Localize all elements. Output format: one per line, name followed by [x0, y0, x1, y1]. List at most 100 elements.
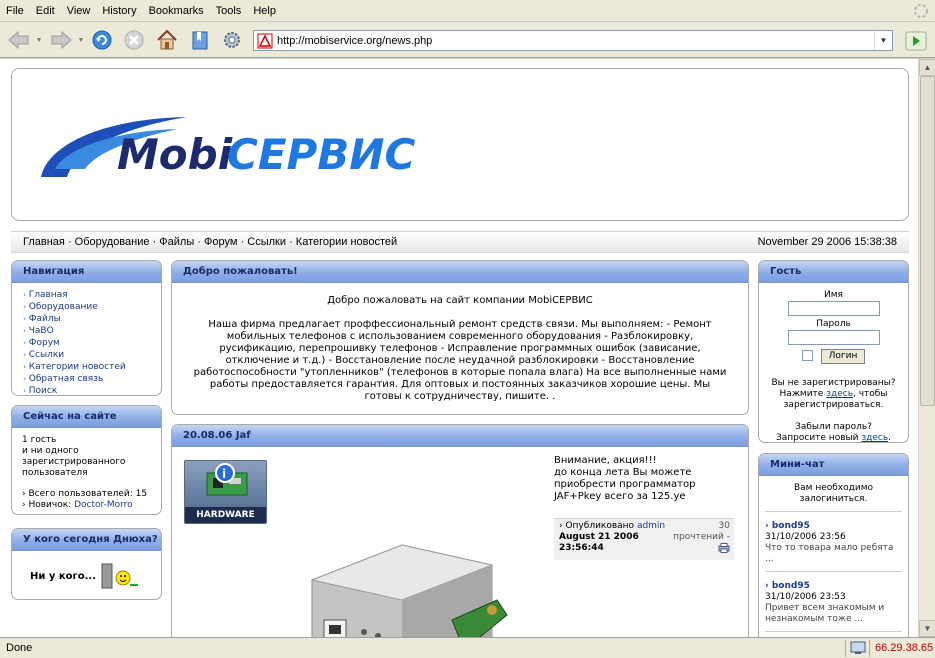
chat-time: 31/10/2006 23:56 — [765, 532, 846, 542]
reads-counter: 30 прочтений - — [673, 521, 730, 557]
navigation-list: Главная Оборудование Файлы ЧаВО Форум Сс… — [12, 283, 161, 395]
welcome-content: Добро пожаловать на сайт компании MobiСЕ… — [172, 283, 748, 403]
chat-username: bond95 — [771, 521, 810, 531]
programmer-device-image — [310, 544, 508, 637]
logo-text-cyr: СЕРВИС — [227, 130, 415, 179]
scroll-thumb[interactable] — [920, 76, 935, 406]
username-input[interactable] — [787, 301, 880, 316]
print-icon[interactable] — [718, 543, 730, 553]
posted-by-author[interactable]: admin — [637, 521, 665, 531]
reset-prompt-post: . — [888, 433, 892, 443]
chat-message: › bond95 31/10/2006 23:53 Привет всем зн… — [765, 571, 902, 625]
menu-view[interactable]: View — [61, 5, 97, 17]
newest-member-link[interactable]: Doctor-Morro — [74, 500, 133, 510]
vertical-scrollbar[interactable]: ▲ ▼ — [918, 59, 935, 637]
topnav-equipment[interactable]: Оборудование — [75, 236, 150, 248]
nav-item-feedback[interactable]: Обратная связь — [23, 373, 161, 385]
menu-bookmarks[interactable]: Bookmarks — [143, 5, 210, 17]
scroll-up-button[interactable]: ▲ — [919, 59, 935, 76]
menu-history[interactable]: History — [96, 5, 142, 17]
online-line: и ни одного — [22, 446, 79, 456]
nav-item-news-categories[interactable]: Категории новостей — [23, 361, 161, 373]
topnav-separator: · — [240, 236, 245, 248]
mini-chat-content: Вам необходимо залогиниться. › bond95 31… — [759, 476, 908, 637]
remember-me-checkbox[interactable] — [802, 350, 813, 361]
forward-button[interactable] — [46, 27, 76, 53]
chevron-down-icon: ▼ — [77, 36, 85, 44]
back-arrow-icon — [8, 30, 29, 50]
online-guests: 1 гость — [22, 435, 57, 445]
hardware-category-icon[interactable]: i HARDWARE — [184, 460, 267, 524]
back-button[interactable] — [4, 27, 34, 53]
ip-address: 66.29.38.65 — [869, 639, 935, 657]
birthday-panel: У кого сегодня Днюха? Ни у кого... — [11, 528, 162, 600]
product-photo — [292, 520, 532, 637]
reads-label: прочтений - — [673, 532, 730, 542]
nav-item-faq[interactable]: ЧаВО — [23, 325, 161, 337]
chevron-up-icon: ▲ — [923, 63, 932, 72]
scroll-down-button[interactable]: ▼ — [919, 620, 935, 637]
home-button[interactable] — [154, 27, 180, 53]
chevron-down-icon: ▼ — [879, 36, 888, 45]
news-meta: › Опубликовано admin August 21 2006 23:5… — [554, 518, 734, 560]
navigation-panel-title: Навигация — [12, 261, 161, 283]
mobiservice-logo[interactable]: Mobi СЕРВИС — [37, 107, 457, 187]
stop-button[interactable] — [121, 27, 147, 53]
newest-member: › Новичок: Doctor-Morro — [22, 500, 133, 510]
reset-prompt-pre: Запросите новый — [775, 433, 862, 443]
chat-user[interactable]: › bond95 — [765, 521, 902, 532]
guest-login-panel: Гость Имя Пароль Логин Вы не зарегистрир… — [758, 260, 909, 443]
url-input[interactable] — [277, 34, 867, 47]
birthday-text: Ни у кого... — [30, 570, 97, 582]
settings-button[interactable] — [219, 27, 245, 53]
menu-edit[interactable]: Edit — [30, 5, 61, 17]
topnav-links[interactable]: Ссылки — [247, 236, 286, 248]
online-info: 1 гость и ни одного зарегистрированного … — [12, 428, 161, 511]
topnav-separator: · — [152, 236, 157, 248]
password-input[interactable] — [787, 330, 880, 345]
url-dropdown-button[interactable]: ▼ — [874, 31, 892, 50]
nav-item-search[interactable]: Поиск — [23, 385, 161, 395]
nav-item-links[interactable]: Ссылки — [23, 349, 161, 361]
navigation-toolbar: ▼ ▼ ▼ — [0, 22, 935, 58]
news-line: Внимание, акция!!! — [554, 455, 657, 466]
reload-button[interactable] — [89, 27, 115, 53]
menu-file[interactable]: File — [0, 5, 30, 17]
topnav-news-categories[interactable]: Категории новостей — [296, 236, 397, 248]
menu-tools[interactable]: Tools — [210, 5, 248, 17]
site-datetime: November 29 2006 15:38:38 — [757, 236, 897, 248]
chat-username: bond95 — [771, 581, 810, 591]
news-item-title[interactable]: 20.08.06 Jaf — [172, 425, 748, 447]
nav-item-home[interactable]: Главная — [23, 289, 161, 301]
svg-text:i: i — [222, 467, 226, 481]
home-icon — [157, 29, 177, 50]
menu-help[interactable]: Help — [247, 5, 282, 17]
hardware-badge-label: HARDWARE — [185, 507, 266, 523]
topnav-files[interactable]: Файлы — [159, 236, 194, 248]
network-status-icon — [850, 641, 865, 654]
reset-password-link[interactable]: здесь — [861, 433, 888, 442]
chat-user[interactable]: › bond95 — [765, 581, 902, 592]
nav-item-equipment[interactable]: Оборудование — [23, 301, 161, 313]
login-button[interactable]: Логин — [821, 349, 865, 364]
total-users-text: Всего пользователей: 15 — [28, 489, 148, 499]
status-icon-cell — [845, 639, 869, 657]
chat-login-message: залогиниться. — [799, 494, 868, 504]
topnav-home[interactable]: Главная — [23, 236, 65, 248]
back-dropdown[interactable]: ▼ — [34, 27, 44, 53]
forward-dropdown[interactable]: ▼ — [76, 27, 86, 53]
guest-panel-title: Гость — [759, 261, 908, 283]
bookmarks-button[interactable] — [187, 27, 213, 53]
top-nav-links: Главная · Оборудование · Файлы · Форум ·… — [23, 236, 397, 248]
address-bar: ▼ — [253, 30, 893, 51]
birthday-content: Ни у кого... — [12, 551, 161, 589]
nav-item-forum[interactable]: Форум — [23, 337, 161, 349]
not-registered-text: Вы не зарегистрированы? — [771, 378, 896, 388]
news-line: приобрести программатор — [554, 479, 696, 490]
topnav-forum[interactable]: Форум — [204, 236, 237, 248]
nav-item-files[interactable]: Файлы — [23, 313, 161, 325]
register-link[interactable]: здесь — [826, 389, 853, 399]
online-panel: Сейчас на сайте 1 гость и ни одного заре… — [11, 405, 162, 515]
status-text: Done — [6, 642, 33, 654]
go-button[interactable] — [905, 31, 927, 51]
